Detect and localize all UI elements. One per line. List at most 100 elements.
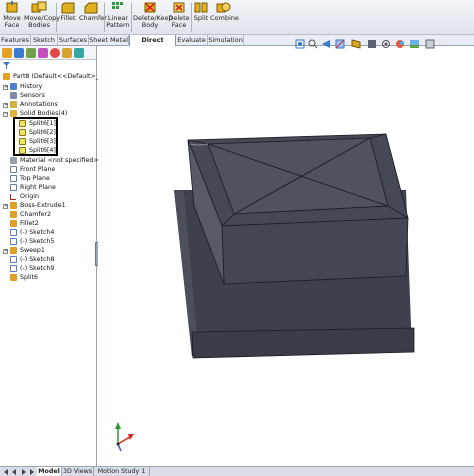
chamfer-icon <box>84 2 98 14</box>
tree-label: Material <not specified> <box>20 157 99 164</box>
body-icon <box>19 147 26 154</box>
plane-icon <box>10 184 17 191</box>
combine-label: Combine <box>210 14 239 22</box>
tab-surfaces[interactable]: Surfaces <box>58 35 89 46</box>
tree-label: Top Plane <box>20 175 50 182</box>
sweep-icon <box>10 247 17 254</box>
tab-direct-editing[interactable]: Direct Editing <box>129 35 176 55</box>
move-copy-label: Move/Copy Bodies <box>24 14 61 29</box>
expand-toggle-icon[interactable]: + <box>3 103 8 108</box>
delete-body-icon <box>144 2 156 13</box>
fillet-feature-icon <box>10 220 17 227</box>
delete-face-button[interactable]: Delete Face <box>168 1 190 34</box>
upper-cap-body[interactable] <box>187 133 409 285</box>
tab-model[interactable]: Model <box>37 467 62 476</box>
tree-label: Front Plane <box>20 166 56 173</box>
delete-keep-body-button[interactable]: Delete/Keep Body <box>133 1 173 34</box>
dimxpert-icon[interactable] <box>38 48 48 58</box>
move-face-button[interactable]: Move Face <box>2 1 22 34</box>
combine-button[interactable]: Combine <box>210 1 239 34</box>
feature-manager-panel: Part8 (Default<<Default>_Disp + History … <box>0 46 113 466</box>
tab-3d-views[interactable]: 3D Views <box>62 467 94 476</box>
tree-label: Right Plane <box>20 184 56 191</box>
split-button[interactable]: Split <box>193 1 209 34</box>
part-icon <box>3 73 10 80</box>
tree-label: History <box>20 83 43 90</box>
extrude-icon <box>10 202 17 209</box>
property-manager-icon[interactable] <box>14 48 24 58</box>
chamfer-feature-icon <box>10 211 17 218</box>
move-copy-bodies-button[interactable]: Move/Copy Bodies <box>24 1 61 34</box>
chamfer-button[interactable]: Chamfer <box>79 1 107 34</box>
tab-sketch[interactable]: Sketch <box>31 35 58 46</box>
move-face-icon <box>6 1 18 13</box>
combine-icon <box>216 2 231 13</box>
tab-simulation[interactable]: Simulation <box>208 35 244 46</box>
tab-sheet-metal[interactable]: Sheet Metal <box>89 35 129 46</box>
tab-motion-study-1[interactable]: Motion Study 1 <box>94 467 150 476</box>
lower-flange[interactable] <box>191 327 415 359</box>
fillet-label: Fillet <box>60 14 76 22</box>
tab-features[interactable]: Features <box>0 35 31 46</box>
expand-toggle-icon[interactable]: + <box>3 249 8 254</box>
tree-filter[interactable] <box>0 60 96 70</box>
body-icon <box>19 120 26 127</box>
display-manager-icon[interactable] <box>50 48 60 58</box>
annotations-icon <box>10 101 17 108</box>
feature-manager-icon[interactable] <box>2 48 12 58</box>
tree-label: (-) Sketch9 <box>20 265 55 272</box>
tree-label: Boss-Extrude1 <box>20 202 66 209</box>
tab-evaluate[interactable]: Evaluate <box>176 35 208 46</box>
solid-bodies-folder-icon <box>10 110 17 117</box>
tree-label: Split6[2] <box>29 129 56 136</box>
part-model-3d[interactable] <box>98 46 474 466</box>
move-copy-icon <box>31 1 47 13</box>
history-icon <box>10 83 17 90</box>
ribbon-separator <box>191 3 192 32</box>
fillet-button[interactable]: Fillet <box>58 1 78 34</box>
fillet-icon <box>61 2 75 14</box>
filter-icon[interactable] <box>3 62 10 69</box>
sketch-icon <box>10 238 17 245</box>
ribbon-separator <box>131 3 132 32</box>
tree-label: Origin <box>20 193 40 200</box>
simulation-manager-icon[interactable] <box>74 48 84 58</box>
tree-label: (-) Sketch4 <box>20 229 55 236</box>
body-icon <box>19 138 26 145</box>
sketch-icon <box>10 256 17 263</box>
plane-icon <box>10 175 17 182</box>
tab-scroll-arrows[interactable] <box>0 467 36 476</box>
bottom-tab-bar: Model 3D Views Motion Study 1 <box>0 466 474 476</box>
tree-label: Fillet2 <box>20 220 39 227</box>
tree-label: Split6[1] <box>29 120 56 127</box>
ribbon-separator <box>104 3 105 32</box>
ribbon-separator <box>56 3 57 32</box>
configuration-manager-icon[interactable] <box>26 48 36 58</box>
view-triad-icon <box>115 422 134 452</box>
move-face-label: Move Face <box>3 14 21 29</box>
linear-pattern-button[interactable]: Linear Pattern <box>106 1 130 34</box>
tree-label: Annotations <box>20 101 58 108</box>
cam-manager-icon[interactable] <box>62 48 72 58</box>
linear-pattern-icon <box>112 2 123 9</box>
tree-label: Sensors <box>20 92 45 99</box>
expand-toggle-icon[interactable]: + <box>3 85 8 90</box>
sketch-icon <box>10 229 17 236</box>
split-feature-icon <box>10 274 17 281</box>
plane-icon <box>10 166 17 173</box>
tree-label: Chamfer2 <box>20 211 52 218</box>
chamfer-label: Chamfer <box>79 14 107 22</box>
delete-face-label: Delete Face <box>168 14 190 29</box>
sketch-icon <box>10 265 17 272</box>
tree-label: Sweep1 <box>20 247 45 254</box>
command-manager-ribbon: Move Face Move/Copy Bodies Fillet Chamfe… <box>0 0 474 35</box>
collapse-toggle-icon[interactable]: − <box>3 112 8 117</box>
expand-toggle-icon[interactable]: + <box>3 204 8 209</box>
tree-label: Split6 <box>20 274 38 281</box>
material-icon <box>10 157 17 164</box>
delete-keep-label: Delete/Keep Body <box>133 14 173 29</box>
linear-pattern-label: Linear Pattern <box>106 14 130 29</box>
graphics-area[interactable] <box>98 39 474 466</box>
sensors-icon <box>10 92 17 99</box>
tree-label: Split6[3] <box>29 138 56 145</box>
